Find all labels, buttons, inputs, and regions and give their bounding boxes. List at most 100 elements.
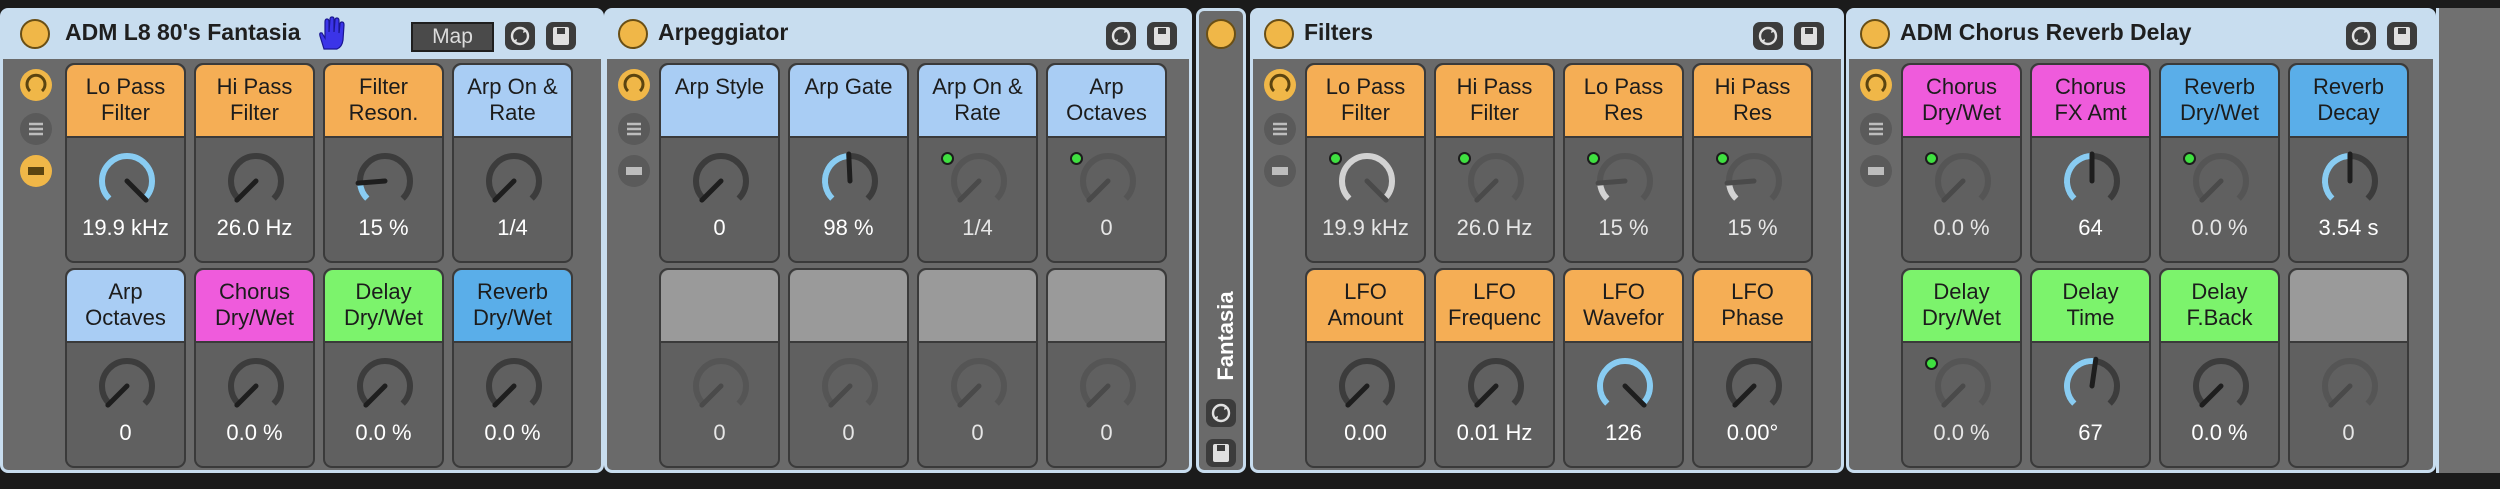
macro-knob[interactable] <box>2320 151 2380 211</box>
chain-view-icon[interactable] <box>1264 155 1296 187</box>
macro-knob[interactable] <box>1724 356 1784 416</box>
macro-knob[interactable] <box>2062 151 2122 211</box>
macro-knob[interactable] <box>1466 151 1526 211</box>
macro-knob[interactable] <box>226 151 286 211</box>
macro-knob[interactable] <box>1595 151 1655 211</box>
macro-knob[interactable] <box>355 356 415 416</box>
macro-6[interactable]: Delay Time 67 <box>2030 268 2151 468</box>
macro-knob[interactable] <box>1337 356 1397 416</box>
macro-2[interactable]: Hi Pass Filter 26.0 Hz <box>194 63 315 263</box>
rack-adm-l8-fantasia: ADM L8 80's Fantasia Map Lo Pass Filter 1… <box>0 8 604 473</box>
macro-5[interactable]: Arp Octaves 0 <box>65 268 186 468</box>
list-view-icon[interactable] <box>1860 113 1892 145</box>
list-view-icon[interactable] <box>20 113 52 145</box>
macro-6[interactable]: Chorus Dry/Wet 0.0 % <box>194 268 315 468</box>
macro-knob[interactable] <box>1595 356 1655 416</box>
save-preset-button[interactable] <box>1794 22 1824 50</box>
macro-1[interactable]: Lo Pass Filter 19.9 kHz <box>65 63 186 263</box>
list-view-icon[interactable] <box>618 113 650 145</box>
macro-knob[interactable] <box>1466 356 1526 416</box>
macro-7[interactable]: 0 <box>917 268 1038 468</box>
macro-knob[interactable] <box>226 356 286 416</box>
macro-5[interactable]: 0 <box>659 268 780 468</box>
macro-1[interactable]: Lo Pass Filter 19.9 kHz <box>1305 63 1426 263</box>
macro-2[interactable]: Arp Gate 98 % <box>788 63 909 263</box>
macro-8[interactable]: 0 <box>1046 268 1167 468</box>
macro-knob[interactable] <box>691 356 751 416</box>
macro-6[interactable]: 0 <box>788 268 909 468</box>
randomize-button[interactable] <box>1206 399 1236 427</box>
macro-4[interactable]: Arp On & Rate 1/4 <box>452 63 573 263</box>
next-device-edge <box>2436 8 2500 473</box>
macro-7[interactable]: LFO Wavefor 126 <box>1563 268 1684 468</box>
macro-label <box>790 270 907 343</box>
macro-label: Arp Octaves <box>1048 65 1165 138</box>
macro-knob[interactable] <box>820 356 880 416</box>
save-preset-button[interactable] <box>2387 22 2417 50</box>
macro-knob[interactable] <box>97 356 157 416</box>
macro-knob[interactable] <box>1933 356 1993 416</box>
macro-knob[interactable] <box>2191 356 2251 416</box>
power-button[interactable] <box>618 19 648 49</box>
chain-view-icon[interactable] <box>20 155 52 187</box>
macro-knob-view-icon[interactable] <box>1860 69 1892 101</box>
macro-knob[interactable] <box>1078 356 1138 416</box>
macro-knob[interactable] <box>691 151 751 211</box>
macro-3[interactable]: Lo Pass Res 15 % <box>1563 63 1684 263</box>
macro-knob[interactable] <box>2191 151 2251 211</box>
macro-8[interactable]: 0 <box>2288 268 2409 468</box>
macro-knob-view-icon[interactable] <box>20 69 52 101</box>
randomize-button[interactable] <box>1106 22 1136 50</box>
macro-knob[interactable] <box>1078 151 1138 211</box>
map-button[interactable]: Map <box>411 22 494 52</box>
macro-knob[interactable] <box>949 356 1009 416</box>
macro-5[interactable]: Delay Dry/Wet 0.0 % <box>1901 268 2022 468</box>
macro-7[interactable]: Delay Dry/Wet 0.0 % <box>323 268 444 468</box>
macro-value: 26.0 Hz <box>216 215 293 240</box>
macro-knob[interactable] <box>1933 151 1993 211</box>
macro-5[interactable]: LFO Amount 0.00 <box>1305 268 1426 468</box>
save-preset-button[interactable] <box>1206 439 1236 467</box>
macro-2[interactable]: Chorus FX Amt 64 <box>2030 63 2151 263</box>
macro-3[interactable]: Filter Reson. 15 % <box>323 63 444 263</box>
power-button[interactable] <box>1860 19 1890 49</box>
macro-3[interactable]: Reverb Dry/Wet 0.0 % <box>2159 63 2280 263</box>
macro-value: 67 <box>2078 420 2103 445</box>
macro-8[interactable]: LFO Phase 0.00° <box>1692 268 1813 468</box>
macro-7[interactable]: Delay F.Back 0.0 % <box>2159 268 2280 468</box>
macro-knob-view-icon[interactable] <box>1264 69 1296 101</box>
macro-3[interactable]: Arp On & Rate 1/4 <box>917 63 1038 263</box>
macro-knob[interactable] <box>820 151 880 211</box>
macro-2[interactable]: Hi Pass Filter 26.0 Hz <box>1434 63 1555 263</box>
macro-knob[interactable] <box>2320 356 2380 416</box>
randomize-button[interactable] <box>1753 22 1783 50</box>
power-button[interactable] <box>20 19 50 49</box>
randomize-button[interactable] <box>505 22 535 50</box>
macro-label: Reverb Decay <box>2290 65 2407 138</box>
macro-knob[interactable] <box>949 151 1009 211</box>
list-view-icon[interactable] <box>1264 113 1296 145</box>
macro-knob[interactable] <box>97 151 157 211</box>
macro-4[interactable]: Reverb Decay 3.54 s <box>2288 63 2409 263</box>
macro-knob[interactable] <box>484 356 544 416</box>
save-preset-button[interactable] <box>546 22 576 50</box>
macro-knob[interactable] <box>1724 151 1784 211</box>
macro-6[interactable]: LFO Frequenc 0.01 Hz <box>1434 268 1555 468</box>
macro-knob[interactable] <box>484 151 544 211</box>
macro-knob[interactable] <box>355 151 415 211</box>
macro-8[interactable]: Reverb Dry/Wet 0.0 % <box>452 268 573 468</box>
macro-1[interactable]: Arp Style 0 <box>659 63 780 263</box>
save-preset-button[interactable] <box>1147 22 1177 50</box>
macro-4[interactable]: Arp Octaves 0 <box>1046 63 1167 263</box>
strip-label: Fantasia <box>1213 291 1238 381</box>
macro-4[interactable]: Hi Pass Res 15 % <box>1692 63 1813 263</box>
chain-view-icon[interactable] <box>1860 155 1892 187</box>
power-button[interactable] <box>1264 19 1294 49</box>
macro-knob-view-icon[interactable] <box>618 69 650 101</box>
power-button[interactable] <box>1206 19 1236 49</box>
macro-knob[interactable] <box>1337 151 1397 211</box>
chain-view-icon[interactable] <box>618 155 650 187</box>
macro-1[interactable]: Chorus Dry/Wet 0.0 % <box>1901 63 2022 263</box>
randomize-button[interactable] <box>2346 22 2376 50</box>
macro-knob[interactable] <box>2062 356 2122 416</box>
